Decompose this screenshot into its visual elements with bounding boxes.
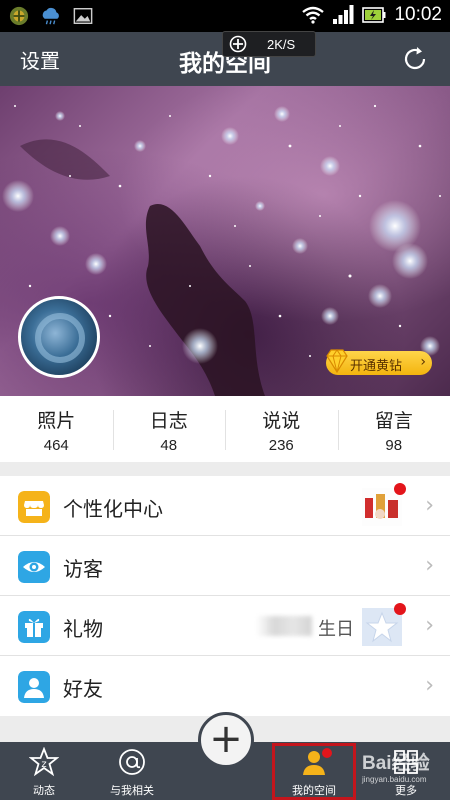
stat-label: 日志 bbox=[149, 410, 188, 432]
highlight-annotation-box bbox=[272, 743, 356, 800]
stat-label: 说说 bbox=[262, 410, 301, 432]
screen: 10:02 设置 我的空间 2K/S 开通黄钻 › 照片 464 日志 48 说… bbox=[0, 0, 450, 800]
avatar[interactable] bbox=[18, 296, 100, 378]
stat-count: 48 bbox=[160, 437, 178, 454]
shop-icon bbox=[18, 491, 50, 523]
weather-cloud-icon bbox=[42, 7, 59, 25]
chevron-right-icon: › bbox=[425, 613, 434, 638]
menu-item-friends[interactable]: 好友 › bbox=[0, 656, 450, 716]
stat-moods[interactable]: 说说 236 bbox=[225, 396, 338, 462]
avatar-ring bbox=[35, 313, 85, 363]
nav-related[interactable]: 与我相关 bbox=[88, 742, 176, 800]
stat-label: 照片 bbox=[37, 410, 76, 432]
stat-count: 98 bbox=[385, 437, 403, 454]
chevron-right-icon: › bbox=[425, 493, 434, 518]
menu-item-label: 好友 bbox=[63, 677, 103, 701]
plus-icon: + bbox=[209, 716, 243, 762]
menu-item-personalization[interactable]: 个性化中心 › bbox=[0, 476, 450, 536]
new-badge-dot bbox=[394, 483, 406, 495]
stat-count: 464 bbox=[43, 437, 69, 454]
stat-label: 留言 bbox=[374, 410, 413, 432]
menu-item-visitors[interactable]: 访客 › bbox=[0, 536, 450, 596]
status-left-icons bbox=[8, 6, 94, 26]
network-speed-text: 2K/S bbox=[267, 37, 296, 52]
stats-row: 照片 464 日志 48 说说 236 留言 98 bbox=[0, 396, 450, 462]
new-badge-dot bbox=[394, 603, 406, 615]
signal-strength-icon bbox=[333, 5, 354, 24]
nav-feed[interactable]: z 动态 bbox=[0, 742, 88, 800]
stat-blogs[interactable]: 日志 48 bbox=[112, 396, 226, 462]
clock-time: 10:02 bbox=[394, 4, 442, 25]
blurred-friend-name bbox=[256, 616, 312, 636]
person-icon bbox=[18, 671, 50, 703]
chevron-right-icon: › bbox=[425, 673, 434, 698]
app-notification-icon bbox=[9, 6, 29, 26]
open-yellow-diamond-button[interactable]: 开通黄钻 › bbox=[326, 349, 432, 375]
nav-label: 动态 bbox=[33, 784, 55, 797]
diamond-crown-icon bbox=[326, 349, 348, 374]
svg-text:z: z bbox=[41, 759, 46, 770]
menu-item-label: 个性化中心 bbox=[63, 497, 163, 521]
gift-icon bbox=[18, 611, 50, 643]
battery-charging-icon bbox=[362, 7, 386, 23]
speed-meter-icon bbox=[229, 35, 247, 53]
at-icon bbox=[119, 749, 145, 775]
gallery-image-icon bbox=[73, 8, 93, 24]
watermark-logo-text: Bai经验 bbox=[362, 753, 430, 774]
wifi-icon bbox=[302, 6, 325, 24]
menu-item-gifts[interactable]: 礼物 生日 › bbox=[0, 596, 450, 656]
publish-plus-button[interactable]: + bbox=[198, 712, 254, 768]
status-bar: 10:02 bbox=[0, 0, 450, 32]
stat-count: 236 bbox=[268, 437, 294, 454]
watermark-url: jingyan.baidu.com bbox=[362, 775, 427, 784]
menu-list: 个性化中心 › 访客 › 礼物 生日 › 好友 › bbox=[0, 476, 450, 716]
menu-item-label: 礼物 bbox=[63, 617, 103, 641]
stat-messages[interactable]: 留言 98 bbox=[337, 396, 450, 462]
vip-label: 开通黄钻 bbox=[350, 359, 403, 374]
birthday-text: 生日 bbox=[318, 619, 354, 640]
star-feed-icon: z bbox=[29, 747, 59, 777]
chevron-right-icon: › bbox=[425, 553, 434, 578]
cover-photo[interactable]: 开通黄钻 › bbox=[0, 86, 450, 396]
stat-photos[interactable]: 照片 464 bbox=[0, 396, 113, 462]
network-speed-badge: 2K/S bbox=[222, 31, 316, 57]
eye-icon bbox=[18, 551, 50, 583]
baidu-watermark: Bai经验 jingyan.baidu.com bbox=[360, 744, 450, 800]
refresh-icon[interactable] bbox=[400, 44, 430, 74]
status-right-icons: 10:02 bbox=[302, 4, 442, 26]
nav-label: 与我相关 bbox=[110, 784, 154, 797]
chevron-right-icon: › bbox=[420, 354, 426, 370]
menu-item-label: 访客 bbox=[63, 557, 103, 581]
